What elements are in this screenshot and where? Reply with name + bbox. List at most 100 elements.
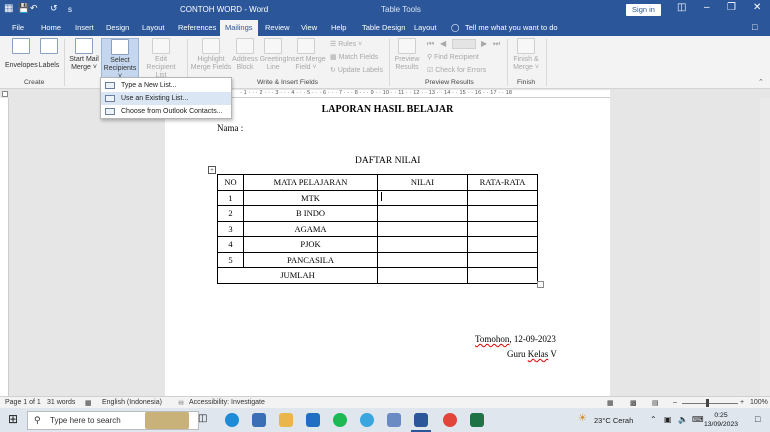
zoom-out-icon[interactable]: – <box>673 399 677 406</box>
page-count[interactable]: Page 1 of 1 <box>5 399 41 406</box>
zoom-slider-thumb[interactable] <box>706 399 709 407</box>
zoom-in-icon[interactable]: + <box>740 399 744 406</box>
cell-jumlah-nilai[interactable] <box>377 267 468 284</box>
menu-item-type-new-list[interactable]: Type a New List... <box>101 79 231 92</box>
cell-subject[interactable]: PJOK <box>243 236 378 253</box>
previous-record-icon[interactable]: ◀ <box>440 39 446 48</box>
tab-design[interactable]: Design <box>106 23 129 32</box>
highlight-merge-fields-button[interactable]: Highlight Merge Fields <box>190 38 232 72</box>
language-tray-icon[interactable]: ⌨ <box>692 415 704 424</box>
tab-insert[interactable]: Insert <box>75 23 94 32</box>
vertical-scrollbar[interactable] <box>760 98 770 396</box>
menu-item-outlook-contacts[interactable]: Choose from Outlook Contacts... <box>101 105 231 118</box>
word-taskbar-icon[interactable] <box>414 413 428 427</box>
ribbon-display-icon[interactable]: ◫ <box>677 2 686 13</box>
tell-me-input[interactable]: Tell me what you want to do <box>465 23 558 32</box>
last-record-icon[interactable]: ⏭ <box>493 39 500 49</box>
windows-start-icon[interactable]: ⊞ <box>8 413 18 425</box>
grades-table[interactable]: NO MATA PELAJARAN NILAI RATA-RATA 1 MTK … <box>217 174 538 284</box>
mail-icon[interactable] <box>306 413 320 427</box>
excel-icon[interactable] <box>470 413 484 427</box>
cell-rata-rata[interactable] <box>467 205 538 222</box>
first-record-icon[interactable]: ⏮ <box>427 39 434 49</box>
tab-mailings[interactable]: Mailings <box>220 20 258 36</box>
tab-table-layout[interactable]: Layout <box>414 23 437 32</box>
cell-no[interactable]: 2 <box>217 205 244 222</box>
tab-review[interactable]: Review <box>265 23 290 32</box>
zoom-slider[interactable] <box>682 403 738 404</box>
record-number-input[interactable] <box>452 39 476 49</box>
preview-results-button[interactable]: Preview Results <box>392 38 422 72</box>
header-cell-mata-pelajaran[interactable]: MATA PELAJARAN <box>243 174 378 191</box>
header-cell-no[interactable]: NO <box>217 174 244 191</box>
language-indicator[interactable]: English (Indonesia) <box>102 399 162 406</box>
select-recipients-button[interactable]: Select Recipients ˅ <box>101 38 139 80</box>
minimize-icon[interactable]: – <box>704 2 710 13</box>
cell-no[interactable]: 1 <box>217 189 244 206</box>
cell-nilai-active[interactable] <box>377 189 468 206</box>
cell-subject[interactable]: B INDO <box>243 205 378 222</box>
volume-icon[interactable]: 🔈 <box>678 415 688 424</box>
task-view-icon[interactable]: ◫ <box>198 413 207 424</box>
find-recipient-button[interactable]: ⚲ Find Recipient <box>427 53 479 61</box>
chrome-icon[interactable] <box>443 413 457 427</box>
tab-selector-icon[interactable] <box>2 91 8 97</box>
word-count[interactable]: 31 words <box>47 399 75 406</box>
cell-rata-rata[interactable] <box>467 189 538 206</box>
qat-customize[interactable]: s <box>68 5 72 14</box>
clock[interactable]: 0:25 13/09/2023 <box>704 411 738 429</box>
cell-no[interactable]: 3 <box>217 220 244 237</box>
store-icon[interactable] <box>252 413 266 427</box>
print-layout-icon[interactable]: ▩ <box>630 399 637 407</box>
redo-icon[interactable]: ↺ <box>50 3 58 14</box>
cell-jumlah-rata[interactable] <box>467 267 538 284</box>
tab-layout[interactable]: Layout <box>142 23 165 32</box>
tab-home[interactable]: Home <box>41 23 61 32</box>
close-icon[interactable]: ✕ <box>753 2 761 13</box>
proofing-icon[interactable]: ▦ <box>85 399 92 407</box>
document-page[interactable]: LAPORAN HASIL BELAJAR Nama : DAFTAR NILA… <box>165 98 610 396</box>
read-mode-icon[interactable]: ▦ <box>607 399 614 407</box>
cell-jumlah[interactable]: JUMLAH <box>217 267 378 284</box>
tab-references[interactable]: References <box>178 23 216 32</box>
cell-subject[interactable]: MTK <box>243 189 378 206</box>
edge-icon[interactable] <box>225 413 239 427</box>
notifications-icon[interactable]: □ <box>755 414 760 424</box>
accessibility-status[interactable]: Accessibility: Investigate <box>189 399 265 406</box>
collapse-ribbon-icon[interactable]: ⌃ <box>758 78 764 86</box>
cell-nilai[interactable] <box>377 205 468 222</box>
network-icon[interactable]: ▣ <box>664 415 672 424</box>
cell-nilai[interactable] <box>377 220 468 237</box>
envelopes-button[interactable]: Envelopes <box>5 38 38 69</box>
weather-text[interactable]: 23°C Cerah <box>594 416 633 425</box>
table-move-handle-icon[interactable]: + <box>208 166 216 174</box>
cell-subject[interactable]: PANCASILA <box>243 251 378 268</box>
cell-rata-rata[interactable] <box>467 236 538 253</box>
tab-view[interactable]: View <box>301 23 317 32</box>
address-block-button[interactable]: Address Block <box>231 38 259 72</box>
start-mail-merge-button[interactable]: Start Mail Merge ˅ <box>68 38 100 72</box>
cell-nilai[interactable] <box>377 251 468 268</box>
tab-file[interactable]: File <box>12 23 24 32</box>
edit-recipient-list-button[interactable]: Edit Recipient List <box>140 38 182 80</box>
header-cell-nilai[interactable]: NILAI <box>377 174 468 191</box>
signin-button[interactable]: Sign in <box>626 4 661 16</box>
spotify-icon[interactable] <box>333 413 347 427</box>
table-resize-handle[interactable] <box>537 281 544 288</box>
app-icon[interactable] <box>387 413 401 427</box>
undo-icon[interactable]: ↶ <box>30 3 38 14</box>
cell-subject[interactable]: AGAMA <box>243 220 378 237</box>
greeting-line-button[interactable]: Greeting Line <box>259 38 287 72</box>
header-cell-rata-rata[interactable]: RATA-RATA <box>467 174 538 191</box>
rules-button[interactable]: ☰ Rules ˅ <box>330 40 362 48</box>
comments-icon[interactable]: □ <box>752 22 757 32</box>
match-fields-button[interactable]: ▦ Match Fields <box>330 53 378 61</box>
next-record-icon[interactable]: ▶ <box>481 39 487 48</box>
menu-item-use-existing-list[interactable]: Use an Existing List... <box>101 92 231 105</box>
telegram-icon[interactable] <box>360 413 374 427</box>
cell-no[interactable]: 4 <box>217 236 244 253</box>
web-layout-icon[interactable]: ▤ <box>652 399 659 407</box>
finish-merge-button[interactable]: Finish & Merge ˅ <box>510 38 542 72</box>
cell-rata-rata[interactable] <box>467 251 538 268</box>
tab-table-design[interactable]: Table Design <box>362 23 405 32</box>
